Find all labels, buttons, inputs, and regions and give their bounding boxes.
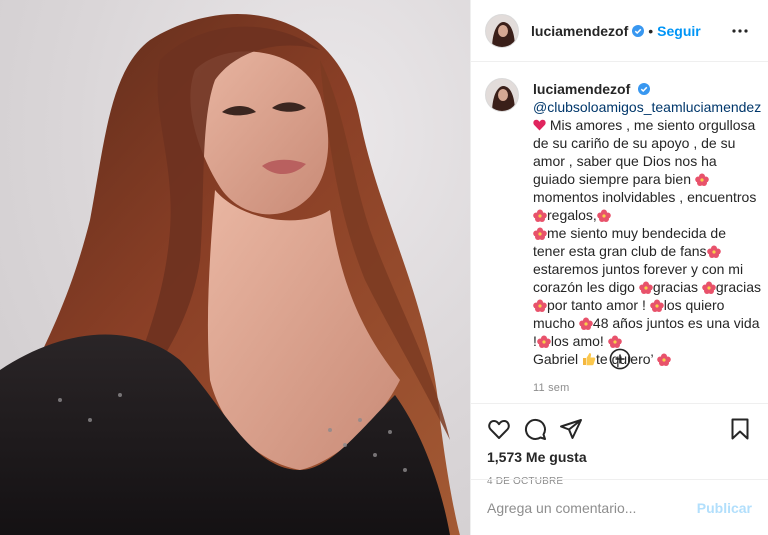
caption-segment: por tanto amor !: [547, 297, 650, 313]
caption-segment: gracias: [715, 279, 765, 295]
hibiscus-icon: [579, 317, 593, 330]
caption-segment: momentos inolvidables , encuentros: [533, 189, 761, 205]
hibiscus-icon: [649, 299, 664, 312]
comment-icon[interactable]: [523, 417, 547, 441]
hibiscus-icon: [597, 209, 611, 222]
hibiscus-icon: [639, 281, 653, 294]
post-sidebar: luciamendezof • Seguir luciamendezof @cl…: [470, 0, 768, 535]
caption-text: Mis amores , me siento orgullosa de su c…: [533, 117, 765, 367]
action-icons: [487, 404, 752, 448]
post-photo[interactable]: [0, 0, 470, 535]
likes-count[interactable]: 1,573 Me gusta: [487, 449, 752, 465]
verified-badge-icon: [638, 83, 651, 95]
heart-outline-icon[interactable]: [487, 417, 511, 441]
hibiscus-icon: [533, 227, 547, 240]
hibiscus-icon: [533, 299, 547, 312]
hibiscus-icon: [533, 209, 547, 222]
caption-segment: regalos,: [547, 207, 597, 223]
caption-segment: gracias: [652, 279, 702, 295]
paper-plane-icon[interactable]: [559, 417, 583, 441]
caption-segment: Gabriel: [533, 351, 583, 367]
caption-segment: Mis amores , me siento orgullosa de su c…: [533, 117, 760, 187]
separator-dot: •: [648, 22, 654, 39]
actions-section: 1,573 Me gusta 4 DE OCTUBRE Publicar: [471, 403, 768, 535]
red-heart-icon: [533, 119, 546, 131]
plus-circle-icon[interactable]: [609, 348, 631, 370]
hibiscus-icon: [706, 245, 721, 258]
caption: luciamendezof @clubsoloamigos_teamluciam…: [485, 78, 761, 368]
follow-button[interactable]: Seguir: [657, 23, 701, 39]
portrait-image: [0, 14, 460, 535]
comment-input[interactable]: [487, 499, 697, 516]
hibiscus-icon: [702, 281, 716, 294]
hibiscus-icon: [657, 353, 671, 366]
verified-badge-icon: [632, 24, 645, 37]
caption-username[interactable]: luciamendezof: [533, 81, 630, 97]
caption-timestamp: 11 sem: [533, 382, 570, 394]
hibiscus-icon: [607, 335, 622, 348]
header-username[interactable]: luciamendezof: [531, 23, 628, 39]
thumbs-up-icon: [583, 353, 596, 366]
hibiscus-icon: [695, 173, 709, 186]
publish-button[interactable]: Publicar: [697, 500, 752, 516]
caption-body: luciamendezof @clubsoloamigos_teamluciam…: [533, 80, 761, 368]
caption-segment: los amo!: [550, 333, 608, 349]
caption-segment: me siento muy bendecida de tener esta gr…: [533, 225, 730, 259]
caption-mention[interactable]: @clubsoloamigos_teamluciamendez: [533, 99, 761, 115]
comment-form: Publicar: [471, 479, 768, 535]
avatar[interactable]: [485, 13, 519, 48]
instagram-post: luciamendezof • Seguir luciamendezof @cl…: [0, 0, 768, 535]
caption-avatar[interactable]: [485, 78, 519, 112]
post-header: luciamendezof • Seguir: [471, 0, 768, 62]
hibiscus-icon: [537, 335, 551, 348]
comments-area: luciamendezof @clubsoloamigos_teamluciam…: [471, 62, 768, 403]
more-options-icon[interactable]: [728, 19, 752, 43]
bookmark-icon[interactable]: [728, 417, 752, 441]
